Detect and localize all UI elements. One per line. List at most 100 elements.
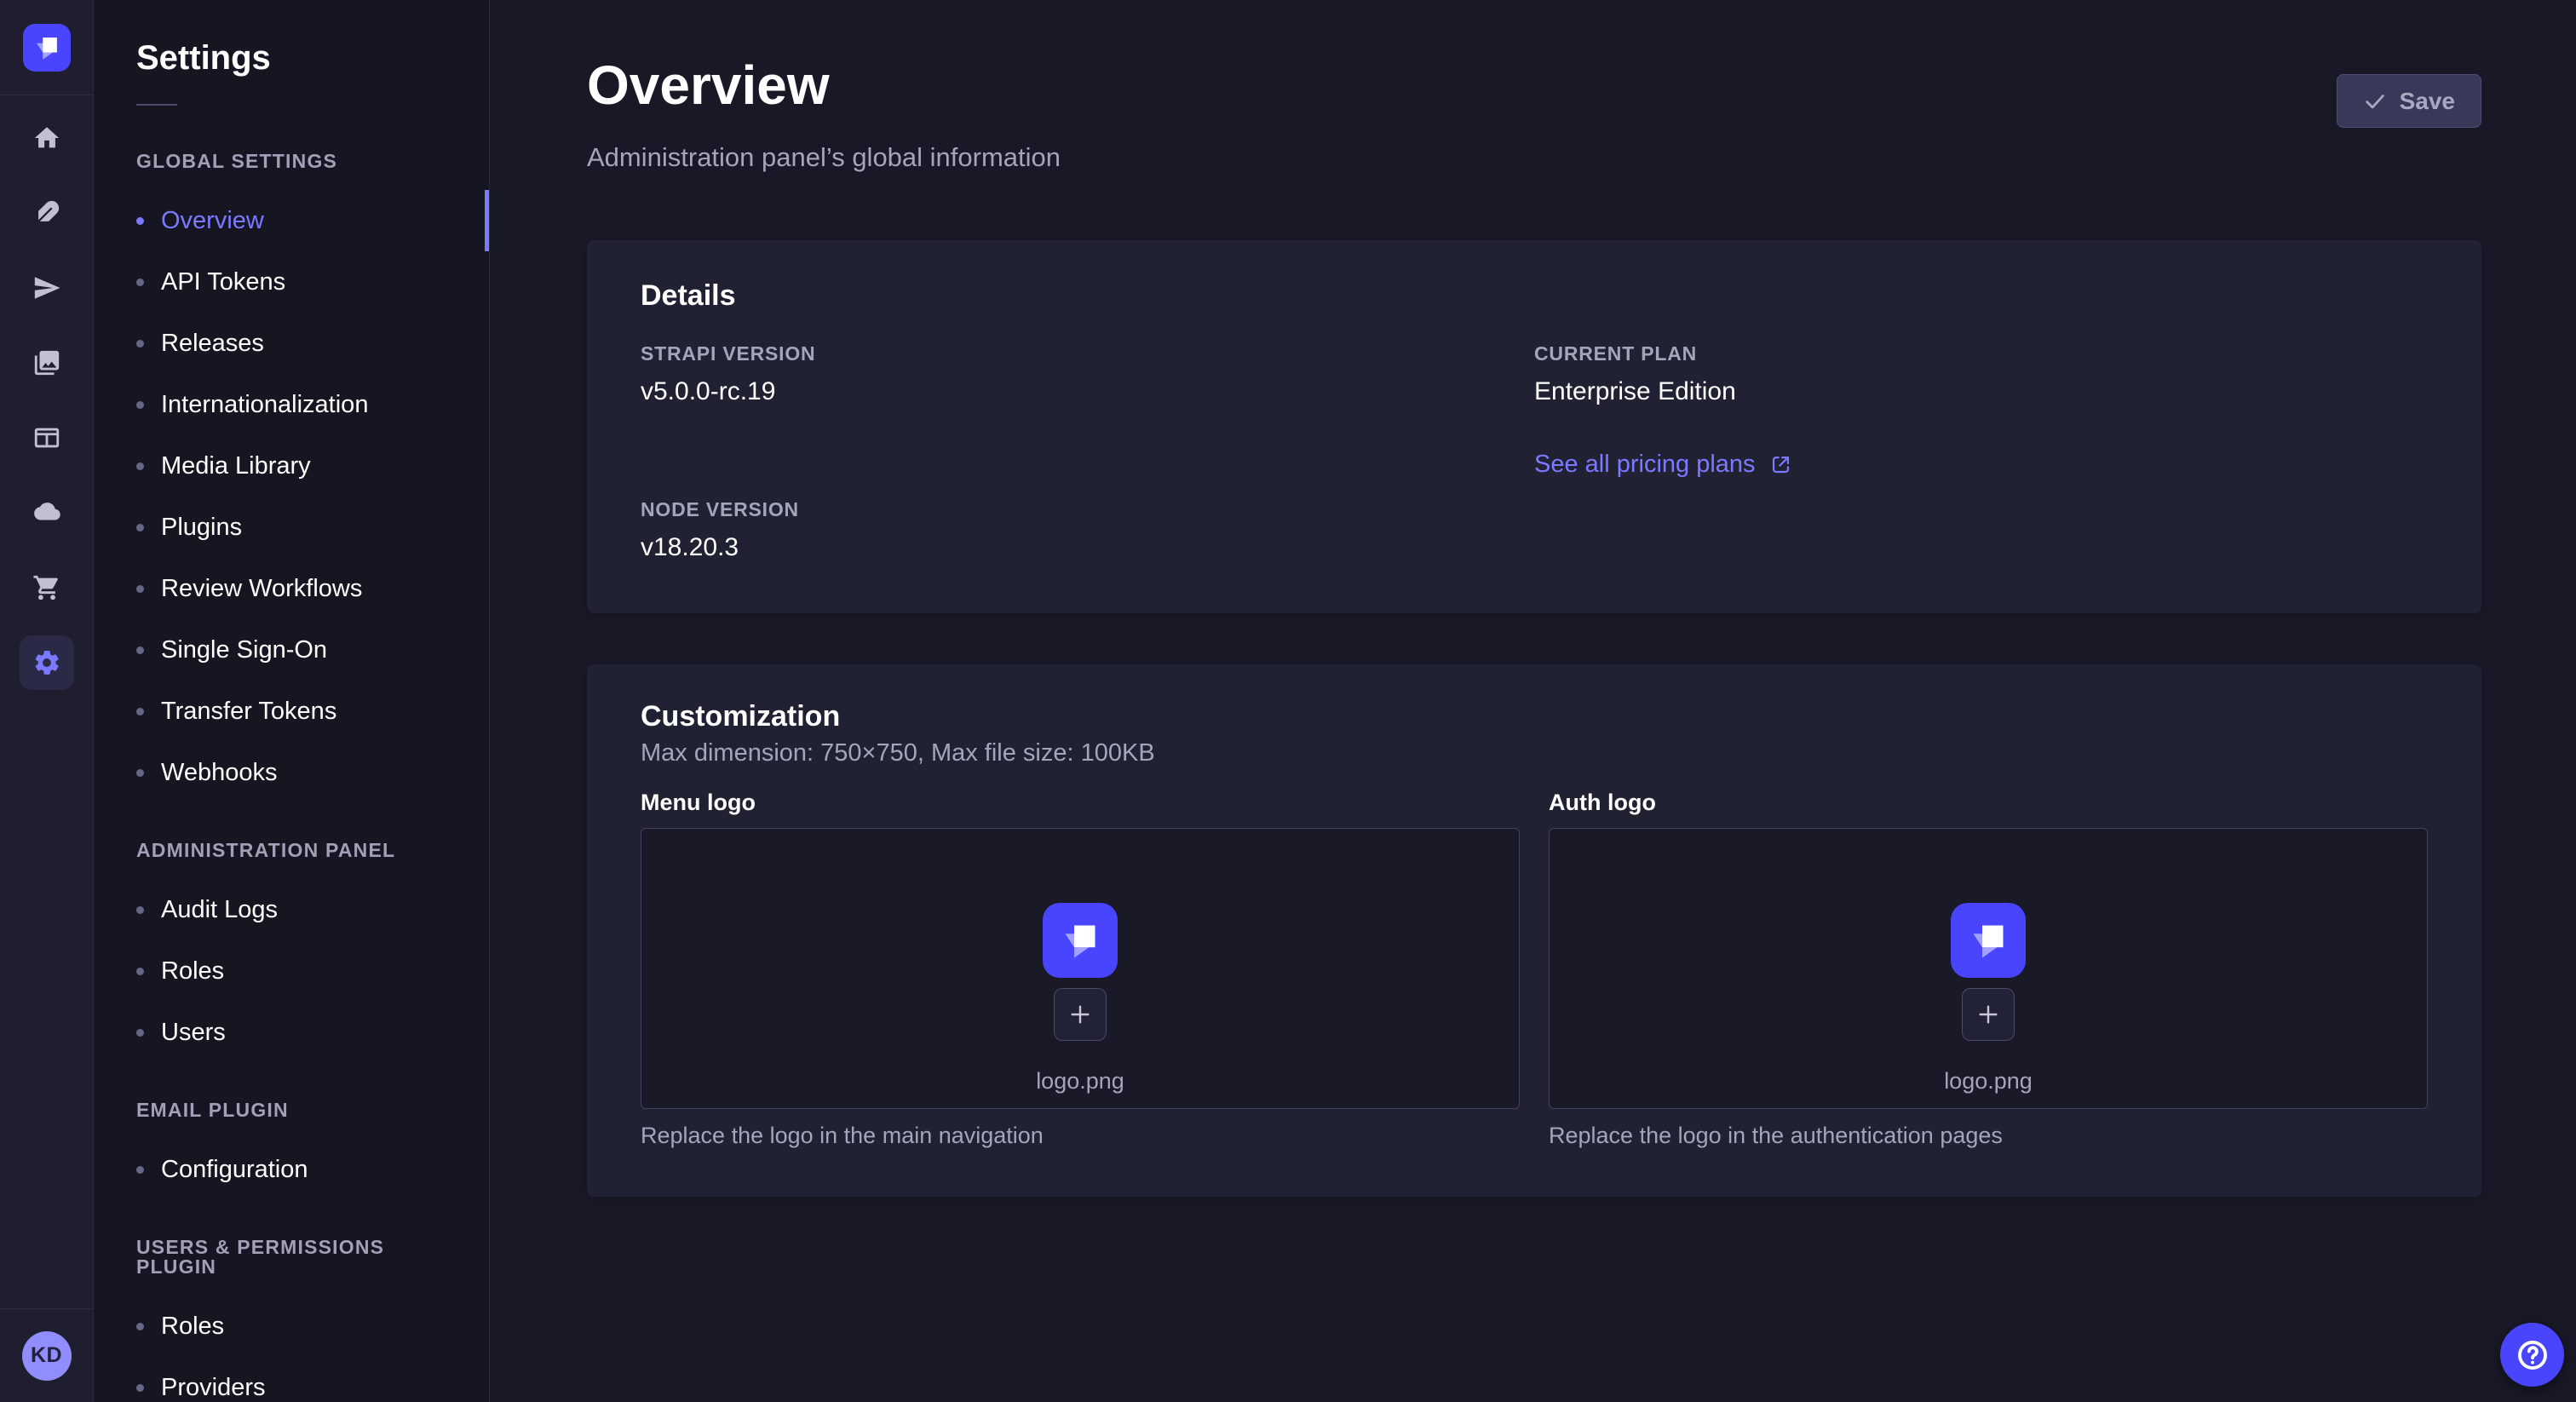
menu-logo-dropzone[interactable]: logo.png xyxy=(641,828,1520,1109)
sidebar-item-api-tokens[interactable]: API Tokens xyxy=(136,251,457,313)
sidebar-item-plugins[interactable]: Plugins xyxy=(136,497,457,558)
plus-icon xyxy=(1975,1001,2002,1028)
sidebar-item-up-roles[interactable]: Roles xyxy=(136,1296,457,1357)
main-content: Overview Administration panel’s global i… xyxy=(490,0,2576,1402)
users-permissions-list: Roles Providers xyxy=(136,1296,457,1402)
auth-logo-field: Auth logo logo.png Replace the logo in t… xyxy=(1549,790,2428,1149)
pictures-icon[interactable] xyxy=(20,336,74,390)
details-card-title: Details xyxy=(641,281,2428,310)
customization-card-subtitle: Max dimension: 750×750, Max file size: 1… xyxy=(641,739,2428,767)
help-button[interactable] xyxy=(2500,1323,2564,1387)
section-label-users-permissions-plugin: USERS & PERMISSIONS PLUGIN xyxy=(136,1238,457,1277)
auth-logo-dropzone[interactable]: logo.png xyxy=(1549,828,2428,1109)
save-button-label: Save xyxy=(2400,88,2455,115)
node-version-label: NODE VERSION xyxy=(641,498,1534,521)
external-link-icon xyxy=(1769,453,1792,476)
current-plan-value: Enterprise Edition xyxy=(1534,377,2428,406)
bullet-icon xyxy=(136,279,144,286)
sidebar-item-label: Review Workflows xyxy=(161,575,362,603)
add-logo-button[interactable] xyxy=(1054,988,1107,1041)
bullet-icon xyxy=(136,906,144,914)
menu-logo-hint: Replace the logo in the main navigation xyxy=(641,1123,1520,1149)
sidebar-item-label: Single Sign-On xyxy=(161,636,327,664)
feather-icon[interactable] xyxy=(20,186,74,240)
strapi-logo-preview xyxy=(1951,903,2026,978)
bullet-icon xyxy=(136,646,144,654)
avatar[interactable]: KD xyxy=(22,1331,72,1381)
sidebar-item-single-sign-on[interactable]: Single Sign-On xyxy=(136,619,457,681)
current-plan-label: CURRENT PLAN xyxy=(1534,342,2428,365)
sidebar-item-email-configuration[interactable]: Configuration xyxy=(136,1139,457,1200)
paper-plane-icon[interactable] xyxy=(20,261,74,315)
page-title: Overview xyxy=(587,55,2481,116)
add-logo-button[interactable] xyxy=(1962,988,2015,1041)
section-label-administration-panel: ADMINISTRATION PANEL xyxy=(136,841,457,860)
customization-card: Customization Max dimension: 750×750, Ma… xyxy=(587,664,2481,1197)
sidebar-item-label: Media Library xyxy=(161,452,311,480)
node-version-field: NODE VERSION v18.20.3 xyxy=(641,498,1534,562)
sidebar-item-label: Webhooks xyxy=(161,759,278,787)
details-card: Details STRAPI VERSION v5.0.0-rc.19 NODE… xyxy=(587,240,2481,613)
strapi-logo[interactable] xyxy=(23,24,71,72)
shopping-cart-icon[interactable] xyxy=(20,560,74,615)
sidebar-item-label: Plugins xyxy=(161,514,242,542)
auth-logo-filename: logo.png xyxy=(1944,1068,2033,1095)
sidebar-item-overview[interactable]: Overview xyxy=(136,190,457,251)
sidebar-item-admin-users[interactable]: Users xyxy=(136,1002,457,1063)
administration-panel-list: Audit Logs Roles Users xyxy=(136,879,457,1063)
bullet-icon xyxy=(136,708,144,715)
home-icon[interactable] xyxy=(20,111,74,165)
nav-logo-section xyxy=(0,0,93,95)
bullet-icon xyxy=(136,340,144,348)
active-item-indicator xyxy=(485,190,489,251)
strapi-version-label: STRAPI VERSION xyxy=(641,342,1534,365)
bullet-icon xyxy=(136,217,144,225)
pricing-plans-link[interactable]: See all pricing plans xyxy=(1534,451,1792,479)
strapi-version-field: STRAPI VERSION v5.0.0-rc.19 xyxy=(641,342,1534,406)
sidebar-item-webhooks[interactable]: Webhooks xyxy=(136,742,457,803)
global-settings-list: Overview API Tokens Releases Internation… xyxy=(136,190,457,803)
bullet-icon xyxy=(136,463,144,470)
bullet-icon xyxy=(136,769,144,777)
auth-logo-label: Auth logo xyxy=(1549,790,2428,816)
sidebar-item-label: Roles xyxy=(161,1313,224,1341)
layout-icon[interactable] xyxy=(20,411,74,465)
page-subtitle: Administration panel’s global informatio… xyxy=(587,141,2481,174)
details-right-column: CURRENT PLAN Enterprise Edition See all … xyxy=(1534,342,2428,562)
menu-logo-label: Menu logo xyxy=(641,790,1520,816)
email-plugin-list: Configuration xyxy=(136,1139,457,1200)
bullet-icon xyxy=(136,968,144,975)
sidebar-item-up-providers[interactable]: Providers xyxy=(136,1357,457,1402)
bullet-icon xyxy=(136,585,144,593)
menu-logo-field: Menu logo logo.png Replace the logo in t… xyxy=(641,790,1520,1149)
strapi-version-value: v5.0.0-rc.19 xyxy=(641,377,1534,406)
subnav-title: Settings xyxy=(136,37,457,78)
sidebar-item-label: Providers xyxy=(161,1374,266,1402)
sidebar-item-audit-logs[interactable]: Audit Logs xyxy=(136,879,457,940)
gear-icon[interactable] xyxy=(20,635,74,690)
cloud-icon[interactable] xyxy=(20,486,74,540)
pricing-plans-link-label: See all pricing plans xyxy=(1534,451,1756,479)
sidebar-item-label: Roles xyxy=(161,957,224,985)
save-button[interactable]: Save xyxy=(2337,74,2481,128)
bullet-icon xyxy=(136,524,144,531)
details-grid: STRAPI VERSION v5.0.0-rc.19 NODE VERSION… xyxy=(641,342,2428,562)
node-version-value: v18.20.3 xyxy=(641,533,1534,562)
strapi-admin-app: KD Settings GLOBAL SETTINGS Overview API… xyxy=(0,0,2576,1402)
details-left-column: STRAPI VERSION v5.0.0-rc.19 NODE VERSION… xyxy=(641,342,1534,562)
sidebar-item-review-workflows[interactable]: Review Workflows xyxy=(136,558,457,619)
menu-logo-filename: logo.png xyxy=(1036,1068,1124,1095)
sidebar-item-admin-roles[interactable]: Roles xyxy=(136,940,457,1002)
sidebar-item-transfer-tokens[interactable]: Transfer Tokens xyxy=(136,681,457,742)
auth-logo-hint: Replace the logo in the authentication p… xyxy=(1549,1123,2428,1149)
sidebar-item-releases[interactable]: Releases xyxy=(136,313,457,374)
sidebar-item-internationalization[interactable]: Internationalization xyxy=(136,374,457,435)
sidebar-item-label: Overview xyxy=(161,207,264,235)
sidebar-item-label: Users xyxy=(161,1019,226,1047)
main-nav-rail: KD xyxy=(0,0,94,1402)
bullet-icon xyxy=(136,1323,144,1330)
sidebar-item-media-library[interactable]: Media Library xyxy=(136,435,457,497)
sidebar-item-label: Transfer Tokens xyxy=(161,698,336,726)
bullet-icon xyxy=(136,401,144,409)
sidebar-item-label: API Tokens xyxy=(161,268,285,296)
